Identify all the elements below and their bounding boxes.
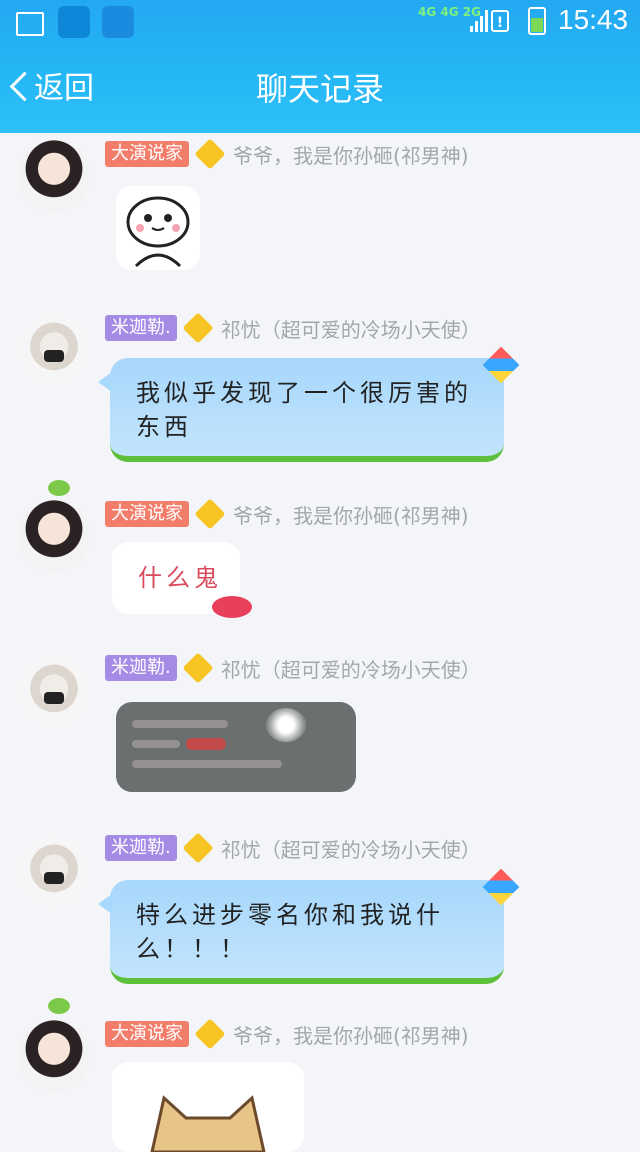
sender-nickname: 爷爷，我是你孙砸(祁男神) bbox=[233, 143, 469, 168]
avatar[interactable] bbox=[18, 1020, 90, 1092]
alert-icon: ! bbox=[491, 10, 509, 32]
status-time: 15:43 bbox=[558, 4, 629, 35]
gallery-icon bbox=[16, 12, 44, 36]
sender-nickname: 祁忧（超可爱的冷场小天使） bbox=[220, 317, 481, 342]
lips-decoration-icon bbox=[212, 596, 252, 618]
level-diamond-icon bbox=[194, 138, 226, 170]
leaf-decoration-icon bbox=[48, 480, 70, 496]
level-diamond-icon bbox=[182, 312, 214, 344]
sender-title-badge: 米迦勒. bbox=[105, 655, 177, 681]
sender-nickname: 祁忧（超可爱的冷场小天使） bbox=[220, 657, 481, 682]
sender-title-badge: 大演说家 bbox=[105, 501, 189, 527]
sender-title-badge: 大演说家 bbox=[105, 1021, 189, 1047]
level-diamond-icon bbox=[194, 498, 226, 530]
sender-nickname: 爷爷，我是你孙砸(祁男神) bbox=[233, 503, 469, 528]
level-diamond-icon bbox=[182, 652, 214, 684]
sender-line: 米迦勒. 祁忧（超可爱的冷场小天使） bbox=[105, 832, 481, 864]
cloud-icon bbox=[58, 6, 90, 38]
cat-sticker-icon bbox=[150, 1095, 266, 1152]
level-diamond-icon bbox=[194, 1018, 226, 1050]
sender-line: 米迦勒. 祁忧（超可爱的冷场小天使） bbox=[105, 652, 481, 684]
level-diamond-icon bbox=[182, 832, 214, 864]
sender-nickname: 爷爷，我是你孙砸(祁男神) bbox=[233, 1023, 469, 1048]
face-sticker-icon bbox=[126, 196, 190, 268]
page-title: 聊天记录 bbox=[255, 70, 384, 108]
sender-line: 大演说家 爷爷，我是你孙砸(祁男神) bbox=[105, 498, 469, 530]
message-bubble[interactable]: 特么进步零名你和我说什么！！！ bbox=[98, 880, 504, 984]
weather-sun-icon bbox=[102, 6, 134, 38]
avatar[interactable] bbox=[18, 314, 90, 386]
avatar[interactable] bbox=[18, 140, 90, 212]
sender-nickname: 祁忧（超可爱的冷场小天使） bbox=[220, 837, 481, 862]
sticker-image[interactable] bbox=[112, 1062, 304, 1152]
photo-message[interactable] bbox=[116, 702, 356, 792]
sender-line: 大演说家 爷爷，我是你孙砸(祁男神) bbox=[105, 1018, 469, 1050]
sender-title-badge: 米迦勒. bbox=[105, 315, 177, 341]
message-bubble[interactable]: 我似乎发现了一个很厉害的东西 bbox=[98, 358, 504, 462]
sender-line: 大演说家 爷爷，我是你孙砸(祁男神) bbox=[105, 138, 469, 170]
leaf-decoration-icon bbox=[48, 998, 70, 1014]
avatar[interactable] bbox=[18, 500, 90, 572]
top-bar: 4G 4G 2G ! 15:43 返回 聊天记录 bbox=[0, 0, 640, 133]
battery-icon bbox=[528, 7, 546, 35]
sticker-image[interactable] bbox=[116, 186, 200, 270]
signal-icon bbox=[470, 10, 488, 32]
status-bar: 4G 4G 2G ! 15:43 bbox=[0, 0, 640, 46]
avatar[interactable] bbox=[18, 656, 90, 728]
sender-line: 米迦勒. 祁忧（超可爱的冷场小天使） bbox=[105, 312, 481, 344]
sender-title-badge: 大演说家 bbox=[105, 141, 189, 167]
sender-title-badge: 米迦勒. bbox=[105, 835, 177, 861]
avatar[interactable] bbox=[18, 836, 90, 908]
